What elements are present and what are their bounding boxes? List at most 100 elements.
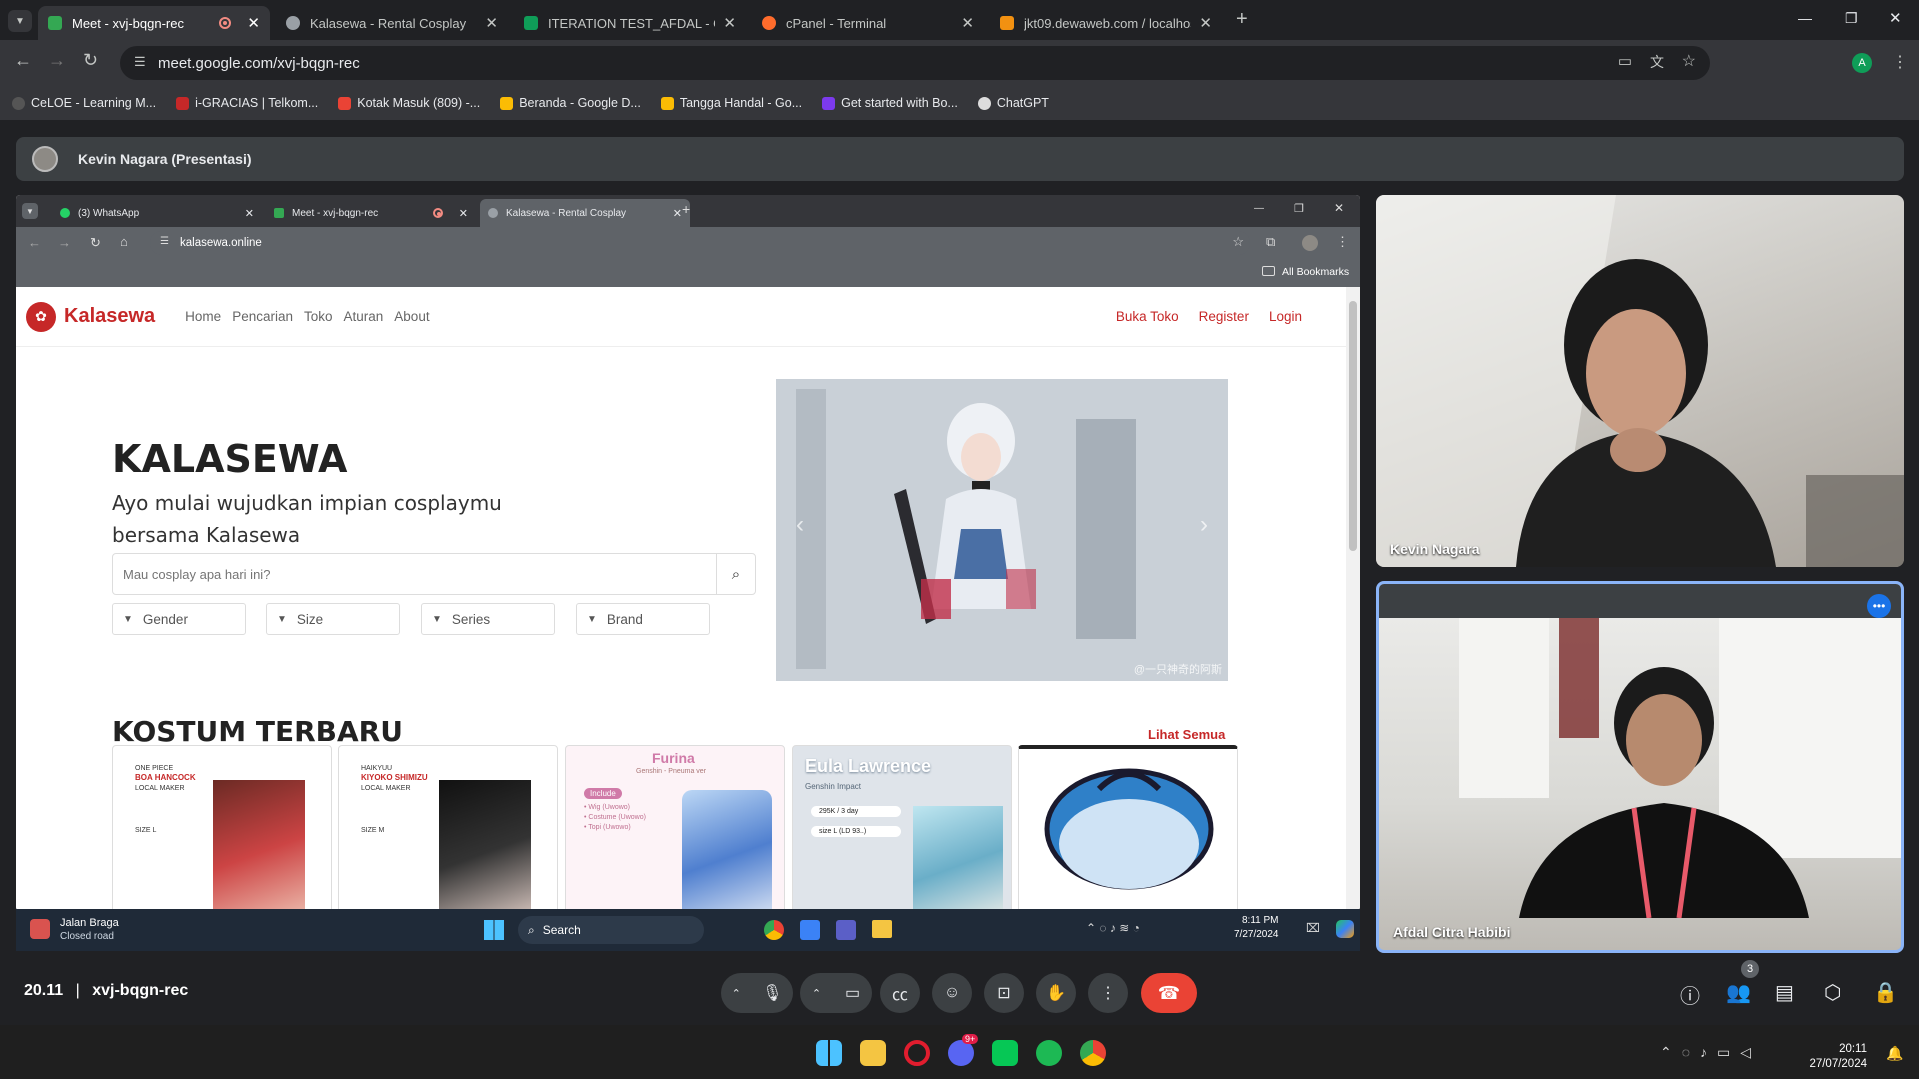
file-explorer-icon[interactable]	[860, 1040, 886, 1066]
costume-card: ONE PIECE BOA HANCOCK LOCAL MAKER SIZE L	[112, 745, 332, 911]
present-button[interactable]: ⊡	[984, 973, 1024, 1013]
chevron-down-icon: ▼	[277, 613, 287, 625]
tab-cpanel[interactable]: cPanel - Terminal ✕	[752, 6, 984, 40]
close-tab-icon[interactable]: ✕	[247, 14, 260, 32]
leave-call-button[interactable]: ☎	[1141, 973, 1197, 1013]
extensions-icon: ⧉	[1266, 234, 1276, 249]
close-tab-icon[interactable]: ✕	[723, 14, 736, 32]
chevron-up-icon: ⌃	[731, 987, 741, 1000]
drive-icon	[660, 96, 674, 110]
bookmark-item[interactable]: CeLOE - Learning M...	[12, 96, 156, 110]
avatar	[1302, 235, 1318, 251]
close-tab-icon[interactable]: ✕	[485, 14, 498, 32]
participant-tile-active[interactable]: ••• Afdal Citra Habibi	[1376, 581, 1904, 953]
raise-hand-button[interactable]: ✋	[1036, 973, 1076, 1013]
nav-buka-toko: Buka Toko	[1115, 309, 1179, 324]
tab-title: cPanel - Terminal	[786, 15, 887, 31]
line-icon[interactable]	[992, 1040, 1018, 1066]
windows-start-icon	[484, 920, 504, 940]
notification-bell-icon[interactable]: 🔔	[1886, 1045, 1903, 1062]
nav-pencarian: Pencarian	[232, 309, 293, 324]
chrome-icon[interactable]	[1080, 1040, 1106, 1066]
see-all-link: Lihat Semua	[1148, 727, 1226, 742]
chevron-down-icon: ▼	[123, 613, 133, 625]
back-icon[interactable]: ←	[14, 50, 32, 71]
costume-photo	[913, 806, 1003, 911]
windows-start-icon[interactable]	[816, 1040, 842, 1066]
notification-icon: ⌧	[1306, 921, 1320, 935]
whatsapp-icon	[60, 208, 70, 218]
participant-name: Afdal Citra Habibi	[1393, 924, 1511, 940]
globe-favicon-icon	[488, 208, 498, 218]
site-info-icon[interactable]: ☰	[134, 54, 146, 70]
shared-screen: ▼ (3) WhatsApp ✕ Meet - xvj-bqgn-rec ✕ K…	[16, 195, 1360, 911]
people-icon[interactable]: 👥	[1726, 980, 1751, 1005]
tab-kalasewa[interactable]: Kalasewa - Rental Cosplay ✕	[276, 6, 508, 40]
more-options-button[interactable]: ⋮	[1088, 973, 1128, 1013]
close-tab-icon[interactable]: ✕	[961, 14, 974, 32]
activities-icon[interactable]: ⬡	[1824, 980, 1841, 1005]
bookmark-item[interactable]: ChatGPT	[977, 96, 1049, 110]
reload-icon[interactable]: ↻	[83, 50, 98, 71]
bookmark-item[interactable]: Tangga Handal - Go...	[660, 96, 802, 110]
new-tab-icon[interactable]: +	[1236, 8, 1248, 31]
camera-icon[interactable]: ▭	[1618, 52, 1632, 70]
close-tab-icon: ✕	[458, 207, 468, 220]
profile-avatar[interactable]: A	[1852, 53, 1872, 73]
bookmark-item[interactable]: i-GRACIAS | Telkom...	[176, 96, 318, 110]
tab-search-button[interactable]: ▼	[8, 10, 32, 32]
chat-icon[interactable]: ▤	[1775, 980, 1794, 1005]
bookmark-star-icon[interactable]: ☆	[1682, 51, 1696, 71]
emoji-button[interactable]: ☺	[932, 973, 972, 1013]
host-controls-icon[interactable]: 🔒	[1873, 980, 1898, 1005]
microphone-button[interactable]: ⌃ 🎙	[721, 973, 793, 1013]
more-options-icon[interactable]: •••	[1867, 594, 1891, 618]
site-search-box: ⌕	[112, 553, 756, 595]
new-tab-icon: +	[682, 201, 691, 217]
close-tab-icon: ✕	[672, 207, 682, 220]
bookmark-item[interactable]: Get started with Bo...	[822, 96, 958, 110]
address-bar[interactable]: ☰ meet.google.com/xvj-bqgn-rec ▭ 文 ☆	[120, 46, 1710, 80]
participant-video	[1459, 618, 1901, 918]
camera-button[interactable]: ⌃ ▭	[800, 973, 872, 1013]
opera-icon[interactable]	[904, 1040, 930, 1066]
search-icon: ⌕	[528, 922, 535, 937]
shared-toolbar: ← → ↻ ⌂ ☰ kalasewa.online ☆ ⧉ ⋮	[16, 227, 1360, 259]
presenter-label: Kevin Nagara (Presentasi)	[78, 151, 252, 167]
tab-title: Meet - xvj-bqgn-rec	[72, 15, 184, 31]
forward-icon[interactable]: →	[48, 50, 66, 71]
close-tab-icon[interactable]: ✕	[1199, 14, 1212, 32]
translate-icon[interactable]: 文	[1650, 52, 1664, 72]
minimize-icon[interactable]: —	[1798, 10, 1812, 26]
tab-search-button: ▼	[22, 203, 38, 219]
participant-video	[1376, 195, 1904, 567]
captions-button[interactable]: ㏄	[880, 973, 920, 1013]
bookmark-item[interactable]: Kotak Masuk (809) -...	[338, 96, 480, 110]
home-icon: ⌂	[120, 234, 128, 249]
nav-login: Login	[1268, 309, 1302, 324]
tab-sheets[interactable]: ITERATION TEST_AFDAL - Goog ✕	[514, 6, 746, 40]
meeting-code: xvj-bqgn-rec	[92, 982, 189, 999]
tab-meet[interactable]: Meet - xvj-bqgn-rec ✕	[38, 6, 270, 40]
tab-title: Kalasewa - Rental Cosplay	[310, 15, 467, 31]
meeting-details-icon[interactable]: ⓘ	[1680, 980, 1700, 1009]
tray-icons[interactable]: ⌃◌♪▭◁	[1660, 1044, 1761, 1061]
spotify-icon[interactable]	[1036, 1040, 1062, 1066]
weather-title: Jalan Braga	[60, 917, 119, 929]
teams-icon	[836, 920, 856, 940]
bookmark-item[interactable]: Beranda - Google D...	[500, 96, 641, 110]
participant-tile[interactable]: Kevin Nagara	[1376, 195, 1904, 567]
nav-home: Home	[185, 309, 222, 324]
close-window-icon[interactable]: ✕	[1889, 9, 1902, 27]
costume-card: HAIKYUU KIYOKO SHIMIZU LOCAL MAKER SIZE …	[338, 745, 558, 911]
copilot-icon	[1336, 920, 1354, 938]
avatar	[32, 146, 58, 172]
restore-icon[interactable]: ❐	[1845, 10, 1858, 27]
system-clock[interactable]: 20:11 27/07/2024	[1809, 1042, 1867, 1072]
browser-menu-icon[interactable]: ⋮	[1892, 52, 1908, 72]
participant-name: Kevin Nagara	[1390, 541, 1480, 557]
discord-badge: 9+	[962, 1034, 979, 1044]
tab-phpmyadmin[interactable]: jkt09.dewaweb.com / localhost ✕	[990, 6, 1222, 40]
nav-about: About	[394, 309, 430, 324]
hero-subtitle: Ayo mulai wujudkan impian cosplaymu bers…	[112, 491, 502, 547]
